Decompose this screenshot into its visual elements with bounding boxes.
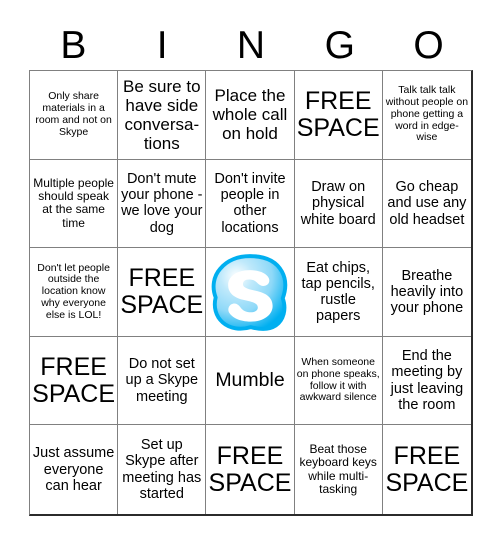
header-letter-n: N (236, 24, 266, 67)
bingo-cell-free-space[interactable]: FREE SPACE (294, 71, 383, 160)
bingo-cell-label: Multiple people should speak at the same… (33, 175, 114, 230)
bingo-cell-label: FREE SPACE (32, 353, 116, 408)
bingo-cell[interactable]: Don't let people outside the location kn… (30, 248, 119, 337)
bingo-cell-label: Don't mute your phone - we love your dog (121, 170, 203, 236)
bingo-cell-label: FREE SPACE (385, 442, 469, 497)
header-letter-g: G (324, 24, 355, 67)
bingo-cell[interactable]: Don't mute your phone - we love your dog (118, 159, 207, 249)
bingo-cell-label: Do not set up a Skype meeting (125, 356, 199, 405)
header-letter-o: O (413, 24, 444, 67)
bingo-cell-label: FREE SPACE (120, 264, 204, 319)
bingo-cell-label: Breathe heavily into your phone (390, 267, 464, 317)
bingo-cell-label: Don't let people outside the location kn… (37, 261, 110, 321)
bingo-cell-label: When someone on phone speaks, follow it … (296, 356, 380, 404)
bingo-cell-label: Eat chips, tap pencils, rustle papers (301, 259, 375, 325)
bingo-cell-label: Go cheap and use any old headset (387, 179, 467, 228)
bingo-cell-label: Be sure to have side conversa- tions (123, 76, 201, 153)
bingo-cell[interactable]: Multiple people should speak at the same… (30, 159, 119, 249)
bingo-cell[interactable]: Just assume everyone can hear (30, 425, 119, 514)
bingo-cell-free-space[interactable]: FREE SPACE (206, 425, 295, 514)
bingo-cell-label: Set up Skype after meeting has started (122, 437, 202, 502)
bingo-cell-label: End the meeting by just leaving the room (390, 348, 464, 413)
bingo-cell[interactable]: When someone on phone speaks, follow it … (294, 336, 383, 426)
bingo-cell-label: FREE SPACE (296, 87, 380, 142)
bingo-cell-label: FREE SPACE (208, 442, 292, 497)
bingo-cell-label: Don't invite people in other locations (214, 170, 286, 236)
bingo-cell[interactable]: Eat chips, tap pencils, rustle papers (294, 248, 383, 337)
bingo-cell-free-space[interactable]: FREE SPACE (30, 336, 119, 426)
bingo-cell[interactable]: End the meeting by just leaving the room (382, 336, 471, 426)
bingo-cell[interactable]: Be sure to have side conversa- tions (118, 71, 207, 160)
bingo-cell[interactable]: Mumble (206, 336, 295, 426)
bingo-cell-label: Beat those keyboard keys while multi-tas… (299, 441, 377, 497)
bingo-cell-free-space[interactable]: FREE SPACE (382, 425, 471, 514)
bingo-cell[interactable]: Breathe heavily into your phone (382, 248, 471, 337)
bingo-cell[interactable]: Do not set up a Skype meeting (118, 336, 207, 426)
bingo-cell[interactable]: Don't invite people in other locations (206, 159, 295, 249)
bingo-cell[interactable]: Place the whole call on hold (206, 71, 295, 160)
bingo-cell-skype-logo[interactable] (206, 248, 295, 337)
bingo-grid: Only share materials in a room and not o… (29, 70, 473, 516)
bingo-header: B I N G O (29, 22, 473, 70)
skype-logo (206, 248, 293, 336)
bingo-cell-label: Just assume everyone can hear (32, 445, 115, 494)
header-letter-i: I (156, 24, 168, 67)
bingo-cell-label: Talk talk talk without people on phone g… (385, 84, 469, 144)
bingo-cell-label: Place the whole call on hold (212, 86, 288, 144)
bingo-cell[interactable]: Go cheap and use any old headset (382, 159, 471, 249)
bingo-cell[interactable]: Draw on physical white board (294, 159, 383, 249)
bingo-cell-label: Draw on physical white board (300, 179, 376, 228)
bingo-cell-free-space[interactable]: FREE SPACE (118, 248, 207, 337)
bingo-cell[interactable]: Only share materials in a room and not o… (30, 71, 119, 160)
header-letter-b: B (60, 24, 87, 67)
bingo-card: B I N G O Only share materials in a room… (0, 0, 500, 544)
bingo-cell[interactable]: Talk talk talk without people on phone g… (382, 71, 471, 160)
bingo-cell[interactable]: Beat those keyboard keys while multi-tas… (294, 425, 383, 514)
bingo-cell[interactable]: Set up Skype after meeting has started (118, 425, 207, 514)
bingo-cell-label: Mumble (215, 368, 285, 391)
bingo-cell-label: Only share materials in a room and not o… (35, 90, 112, 138)
